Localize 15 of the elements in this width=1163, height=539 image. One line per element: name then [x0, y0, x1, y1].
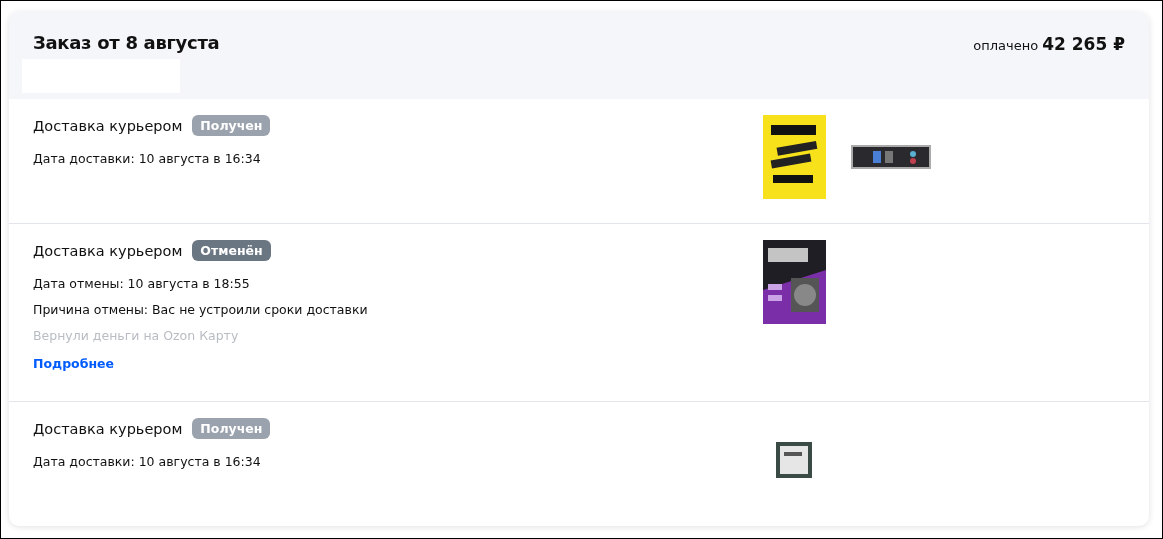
info-text: Причина отмены: Вас не устроили сроки доставки [33, 301, 368, 319]
shipment-title: Доставка курьером [33, 420, 183, 437]
info-text: Дата доставки: 10 августа в 16:34 [33, 453, 261, 471]
info-text: Вернули деньги на Ozon Карту [33, 327, 239, 345]
paid-amount: 42 265 ₽ [1042, 34, 1125, 54]
shipment-title: Доставка курьером [33, 242, 183, 259]
paid-label: оплачено [973, 38, 1039, 53]
status-badge: Получен [192, 115, 271, 136]
status-badge: Отменён [192, 240, 271, 261]
details-link[interactable]: Подробнее [33, 355, 114, 373]
info-text: Дата отмены: 10 августа в 18:55 [33, 275, 250, 293]
shipment-title: Доставка курьером [33, 117, 183, 134]
order-title: Заказ от 8 августа [33, 32, 220, 53]
info-text: Дата доставки: 10 августа в 16:34 [33, 150, 261, 168]
status-badge: Получен [192, 418, 271, 439]
